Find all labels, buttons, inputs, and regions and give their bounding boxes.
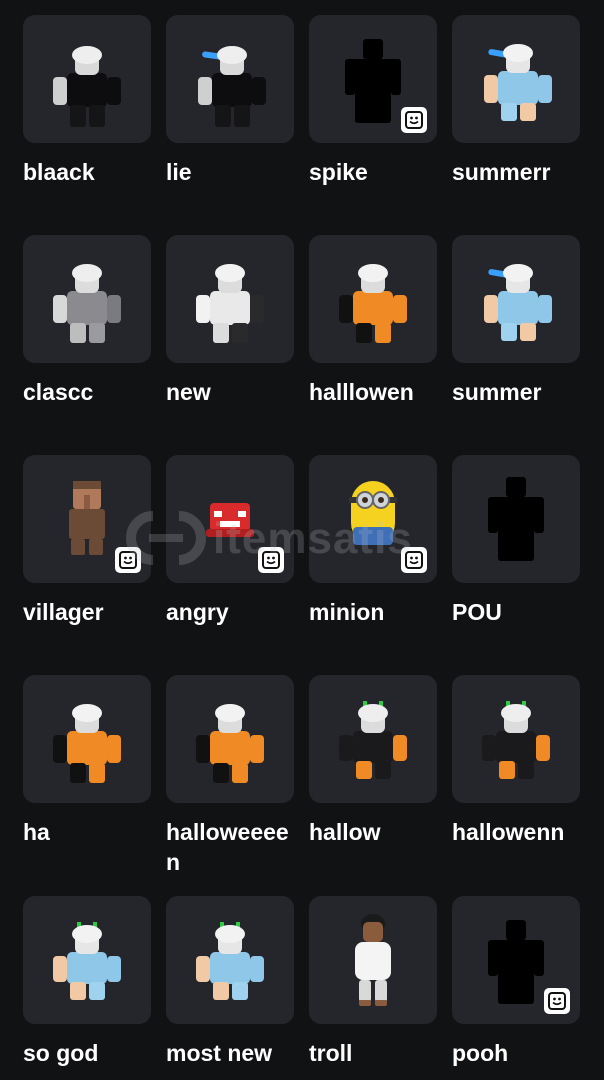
- avatar-white-outfit: [196, 264, 264, 343]
- avatar-orange-outfit: [53, 704, 121, 783]
- outfit-name: blaack: [23, 159, 95, 185]
- outfit-name: spike: [309, 159, 368, 185]
- outfit-tile[interactable]: halloweeeen: [166, 675, 294, 877]
- avatar-silhouette: [488, 477, 544, 561]
- outfit-tile[interactable]: summer: [452, 235, 580, 407]
- avatar-orange-outfit: [339, 264, 407, 343]
- emote-badge: [401, 547, 427, 573]
- emote-badge: [544, 988, 570, 1014]
- smiley-icon: [405, 111, 423, 129]
- outfit-name: most new: [166, 1040, 273, 1066]
- outfit-tile[interactable]: villager: [23, 455, 151, 627]
- avatar-grey-outfit: [53, 264, 121, 343]
- outfit-tile[interactable]: hallowenn: [452, 675, 580, 847]
- outfit-thumbnail[interactable]: [452, 235, 580, 363]
- outfit-tile[interactable]: hallow: [309, 675, 437, 847]
- avatar-blue-outfit-sword: [484, 44, 552, 121]
- outfit-name: angry: [166, 599, 229, 625]
- outfit-name: hallow: [309, 819, 381, 845]
- outfit-tile[interactable]: pooh: [452, 896, 580, 1068]
- outfit-thumbnail[interactable]: [309, 675, 437, 803]
- avatar-orange-outfit-green: [339, 701, 407, 779]
- outfit-thumbnail[interactable]: [309, 15, 437, 143]
- avatar-orange-outfit-green: [482, 701, 550, 779]
- outfit-thumbnail[interactable]: [452, 15, 580, 143]
- outfit-name: pooh: [452, 1040, 509, 1066]
- outfit-tile[interactable]: halllowen: [309, 235, 437, 407]
- avatar-black-outfit: [53, 46, 121, 127]
- outfit-thumbnail[interactable]: [23, 455, 151, 583]
- outfit-name: so god: [23, 1040, 99, 1066]
- outfit-thumbnail[interactable]: [166, 675, 294, 803]
- outfit-tile[interactable]: most new: [166, 896, 294, 1068]
- outfit-thumbnail[interactable]: [452, 455, 580, 583]
- outfit-tile[interactable]: summerr: [452, 15, 580, 187]
- outfit-name: summer: [452, 379, 542, 405]
- outfit-name: POU: [452, 599, 502, 625]
- outfit-name: villager: [23, 599, 104, 625]
- outfit-thumbnail[interactable]: [452, 675, 580, 803]
- outfit-tile[interactable]: minion: [309, 455, 437, 627]
- outfit-thumbnail[interactable]: [23, 235, 151, 363]
- outfit-thumbnail[interactable]: [166, 455, 294, 583]
- outfit-name: clascc: [23, 379, 94, 405]
- smiley-icon: [262, 551, 280, 569]
- outfit-thumbnail[interactable]: [166, 235, 294, 363]
- avatar-blue-outfit-green: [196, 922, 264, 1000]
- outfit-thumbnail[interactable]: [309, 455, 437, 583]
- outfit-tile[interactable]: ha: [23, 675, 151, 847]
- outfit-name: lie: [166, 159, 192, 185]
- emote-badge: [401, 107, 427, 133]
- smiley-icon: [119, 551, 137, 569]
- outfit-thumbnail[interactable]: [23, 15, 151, 143]
- smiley-icon: [405, 551, 423, 569]
- outfit-thumbnail[interactable]: [309, 235, 437, 363]
- outfit-thumbnail[interactable]: [309, 896, 437, 1024]
- outfit-tile[interactable]: spike: [309, 15, 437, 187]
- outfit-name: minion: [309, 599, 385, 625]
- emote-badge: [258, 547, 284, 573]
- outfit-grid: blaack lie spike summerr clascc new hall…: [0, 0, 604, 1080]
- outfit-thumbnail[interactable]: [166, 15, 294, 143]
- outfit-thumbnail[interactable]: [452, 896, 580, 1024]
- outfit-name: halllowen: [309, 379, 414, 405]
- outfit-tile[interactable]: POU: [452, 455, 580, 627]
- outfit-tile[interactable]: lie: [166, 15, 294, 187]
- outfit-name: new: [166, 379, 211, 405]
- smiley-icon: [548, 992, 566, 1010]
- avatar-troll: [355, 914, 391, 1006]
- avatar-black-outfit-sword: [198, 46, 266, 127]
- outfit-tile[interactable]: new: [166, 235, 294, 407]
- outfit-tile[interactable]: so god: [23, 896, 151, 1068]
- outfit-name: hallowenn: [452, 819, 565, 845]
- outfit-name: summerr: [452, 159, 551, 185]
- outfit-tile[interactable]: clascc: [23, 235, 151, 407]
- outfit-tile[interactable]: blaack: [23, 15, 151, 187]
- outfit-name: halloweeeen: [166, 819, 289, 875]
- outfit-tile[interactable]: angry: [166, 455, 294, 627]
- outfit-thumbnail[interactable]: [23, 675, 151, 803]
- outfit-tile[interactable]: troll: [309, 896, 437, 1068]
- avatar-blue-outfit-green: [53, 922, 121, 1000]
- outfit-name: ha: [23, 819, 50, 845]
- outfit-thumbnail[interactable]: [23, 896, 151, 1024]
- outfit-thumbnail[interactable]: [166, 896, 294, 1024]
- outfit-name: troll: [309, 1040, 353, 1066]
- emote-badge: [115, 547, 141, 573]
- avatar-blue-outfit-sword: [484, 264, 552, 341]
- avatar-orange-outfit: [196, 704, 264, 783]
